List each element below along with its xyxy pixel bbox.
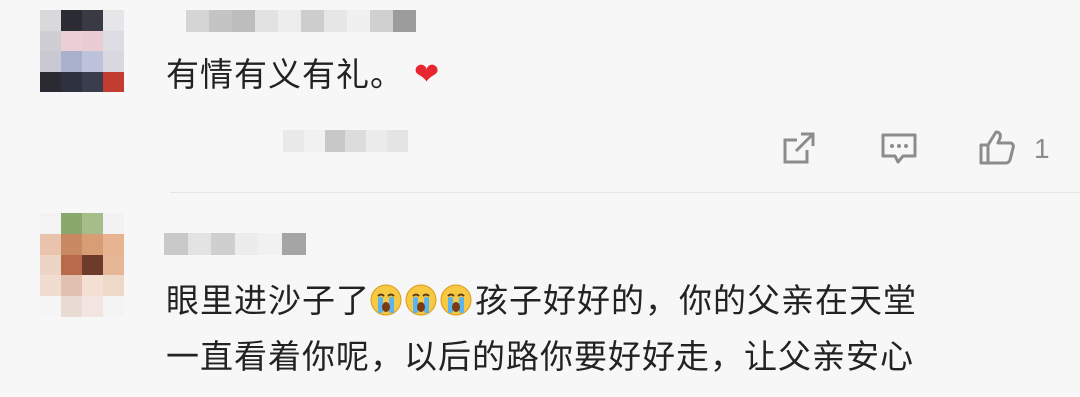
divider	[170, 192, 1080, 193]
username-redacted[interactable]	[164, 233, 306, 255]
avatar[interactable]	[40, 10, 124, 92]
crying-face-icon	[405, 284, 437, 316]
like-count: 1	[1034, 133, 1050, 164]
thumbs-up-icon[interactable]	[977, 128, 1017, 168]
comment-2-text-line-2: 一直看着你呢，以后的路你要好好走，让父亲安心	[166, 337, 914, 376]
avatar[interactable]	[40, 213, 124, 317]
comment-2-text-line-1: 眼里进沙子了 孩子好好的，你的父亲在天堂	[166, 281, 917, 320]
comment-1-text: 有情有义有礼。 ❤	[166, 55, 441, 94]
crying-face-icon	[440, 284, 472, 316]
username-redacted[interactable]	[186, 10, 416, 32]
comment-list: 有情有义有礼。 ❤ 1 眼里进沙子了 孩子好好的，你的父亲在天堂 一直看着你呢，…	[0, 0, 1080, 397]
crying-face-icon	[370, 284, 402, 316]
comment-icon[interactable]	[879, 128, 919, 168]
meta-redacted	[283, 130, 408, 152]
heart-icon: ❤	[414, 57, 441, 92]
share-icon[interactable]	[779, 128, 819, 168]
